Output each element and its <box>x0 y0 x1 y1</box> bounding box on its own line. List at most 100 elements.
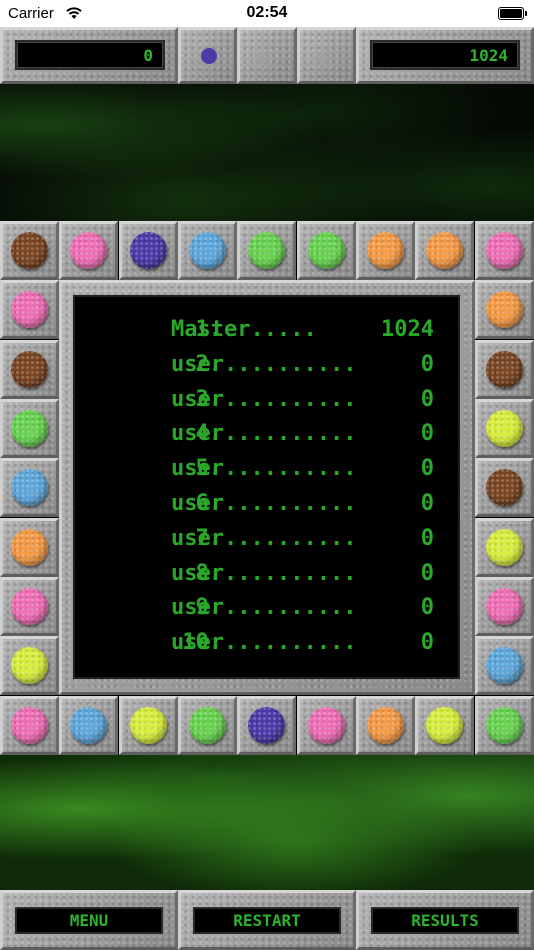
ball-brown-icon <box>11 232 48 269</box>
player-score: 0 <box>420 421 434 447</box>
dot-leader: .......... <box>223 421 357 447</box>
board-cell-left-2[interactable] <box>0 399 59 458</box>
board-cell-bottom-0[interactable] <box>0 696 59 755</box>
board-cell-bottom-8[interactable] <box>475 696 534 755</box>
player-score: 0 <box>420 595 434 621</box>
board-cell-top-3[interactable] <box>178 221 237 280</box>
ball-yellow-icon <box>11 647 48 684</box>
player-name-text: user <box>171 525 224 551</box>
dot-leader: .......... <box>223 456 357 482</box>
ball-blue-icon <box>11 469 48 506</box>
dot-leader: .......... <box>223 525 357 551</box>
best-score: 1024 <box>370 40 520 70</box>
ball-green-icon <box>189 707 226 744</box>
board-cell-top-2[interactable] <box>119 221 178 280</box>
ball-blue-icon <box>70 707 107 744</box>
ball-pink-icon <box>11 291 48 328</box>
board-cell-right-2[interactable] <box>475 399 534 458</box>
dot-leader: .......... <box>223 560 357 586</box>
board-cell-top-7[interactable] <box>415 221 474 280</box>
board-cell-bottom-4[interactable] <box>237 696 296 755</box>
board-cell-top-4[interactable] <box>237 221 296 280</box>
ball-orange-icon <box>486 291 523 328</box>
player-name-text: user <box>171 456 224 482</box>
ball-pink-icon <box>486 588 523 625</box>
board-cell-left-3[interactable] <box>0 458 59 517</box>
dot-leader: .......... <box>223 595 357 621</box>
board-cell-top-0[interactable] <box>0 221 59 280</box>
player-score: 0 <box>420 560 434 586</box>
board-cell-top-1[interactable] <box>59 221 118 280</box>
board-cell-left-6[interactable] <box>0 636 59 695</box>
board-cell-right-0[interactable] <box>475 280 534 339</box>
board-cell-left-5[interactable] <box>0 577 59 636</box>
restart-button[interactable]: RESTART <box>193 907 341 934</box>
next-ball-slot-2 <box>237 27 297 84</box>
ball-yellow-icon <box>426 707 463 744</box>
board-cell-bottom-1[interactable] <box>59 696 118 755</box>
ball-pink-icon <box>11 707 48 744</box>
battery-icon <box>498 7 527 20</box>
player-score: 0 <box>420 491 434 516</box>
high-score-row: 2. user.......... 0 <box>75 352 462 386</box>
board-cell-left-0[interactable] <box>0 280 59 339</box>
ball-brown-icon <box>486 469 523 506</box>
player-score: 0 <box>420 386 434 412</box>
player-score: 0 <box>420 456 434 482</box>
player-name: user.......... <box>171 421 356 446</box>
board-cell-left-1[interactable] <box>0 340 59 399</box>
player-name: user.......... <box>171 456 356 481</box>
player-name: Master..... <box>171 317 317 342</box>
player-name-text: user <box>171 386 224 412</box>
status-time: 02:54 <box>246 4 288 21</box>
board-cell-right-5[interactable] <box>475 577 534 636</box>
board-cell-right-6[interactable] <box>475 636 534 695</box>
high-score-row: 10. user.......... 0 <box>75 630 462 664</box>
ball-orange-icon <box>426 232 463 269</box>
board-cell-top-5[interactable] <box>297 221 356 280</box>
ball-orange-icon <box>367 707 404 744</box>
high-score-screen: 1. Master..... 1024 2. user.......... 0 3. user… <box>73 295 460 679</box>
results-panel: RESULTS <box>356 890 534 950</box>
ball-pink-icon <box>486 232 523 269</box>
ball-orange-icon <box>11 529 48 566</box>
player-name-text: user <box>171 351 224 377</box>
board-cell-bottom-3[interactable] <box>178 696 237 755</box>
player-name: user.......... <box>171 387 356 412</box>
player-name: user.......... <box>171 526 356 551</box>
player-name-text: user <box>171 595 224 621</box>
board-cell-bottom-2[interactable] <box>119 696 178 755</box>
background-bottom <box>0 755 534 890</box>
ball-brown-icon <box>11 351 48 388</box>
board-cell-top-8[interactable] <box>475 221 534 280</box>
ball-green-icon <box>486 707 523 744</box>
ball-yellow-icon <box>130 707 167 744</box>
board-cell-right-4[interactable] <box>475 518 534 577</box>
ball-yellow-icon <box>486 410 523 447</box>
restart-panel: RESTART <box>178 890 356 950</box>
bottom-bar: MENU RESTART RESULTS <box>0 890 534 950</box>
ball-blue-icon <box>189 232 226 269</box>
results-button[interactable]: RESULTS <box>371 907 519 934</box>
menu-button[interactable]: MENU <box>15 907 163 934</box>
board-cell-bottom-7[interactable] <box>415 696 474 755</box>
next-ball-icon <box>201 48 217 64</box>
high-score-row: 7. user.......... 0 <box>75 526 462 560</box>
next-ball-slot-1 <box>178 27 237 84</box>
high-score-row: 8. user.......... 0 <box>75 561 462 595</box>
board-cell-top-6[interactable] <box>356 221 415 280</box>
high-score-row: 6. user.......... 0 <box>75 491 462 525</box>
background-top <box>0 84 534 221</box>
board-cell-right-3[interactable] <box>475 458 534 517</box>
board-cell-left-4[interactable] <box>0 518 59 577</box>
player-name-text: user <box>171 491 224 516</box>
player-name: user.......... <box>171 561 356 586</box>
player-name: user.......... <box>171 352 356 377</box>
high-score-row: 4. user.......... 0 <box>75 421 462 455</box>
player-name: user.......... <box>171 491 356 516</box>
board-cell-right-1[interactable] <box>475 340 534 399</box>
ball-pink-icon <box>308 707 345 744</box>
player-score: 1024 <box>381 317 434 342</box>
board-cell-bottom-5[interactable] <box>297 696 356 755</box>
board-cell-bottom-6[interactable] <box>356 696 415 755</box>
